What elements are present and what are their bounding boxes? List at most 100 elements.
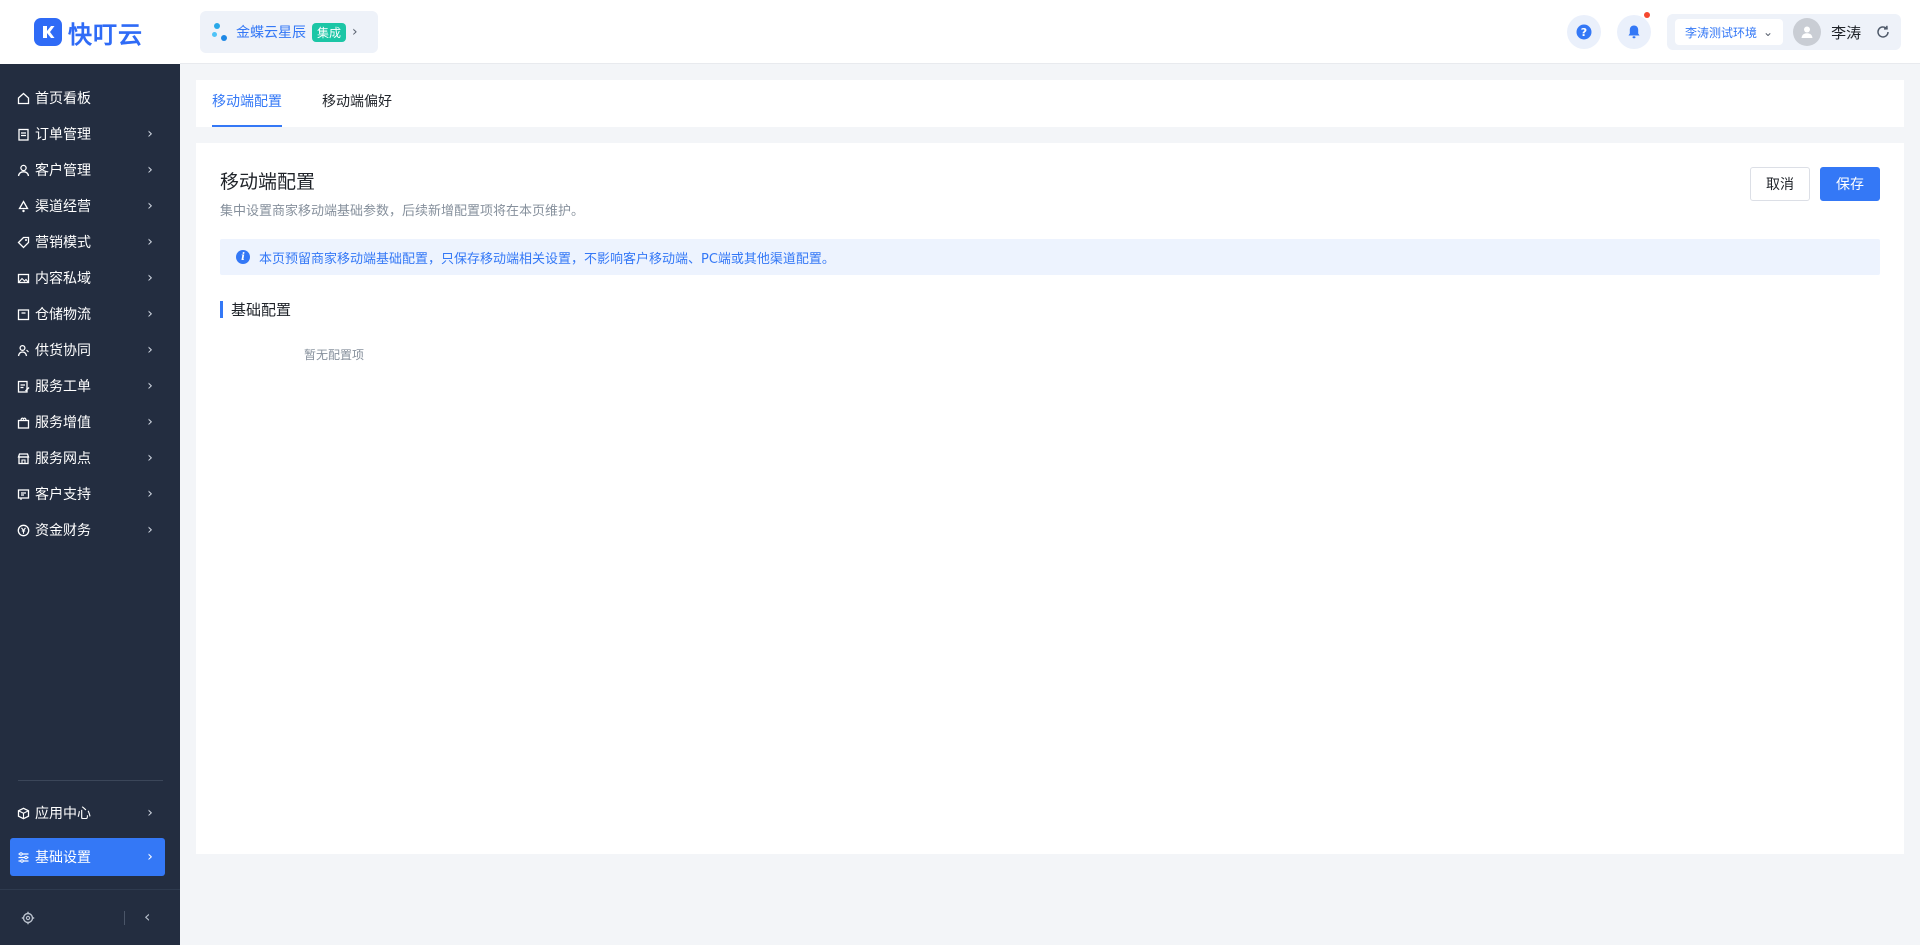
logo[interactable]: 快叮云: [0, 0, 180, 64]
chevron-right-icon: ›: [147, 805, 153, 821]
section-header: 基础配置: [220, 300, 292, 319]
sidebar: 首页看板 订单管理 › 客户管理 › 渠道经营 › 营销模式 › 内容私域 › …: [0, 64, 180, 945]
environment-select[interactable]: 李涛测试环境 ⌄: [1675, 19, 1784, 45]
sidebar-item-label: 订单管理: [35, 127, 91, 143]
notifications-button[interactable]: [1617, 12, 1651, 49]
chevron-right-icon: ›: [147, 378, 153, 394]
user-icon: [16, 163, 30, 177]
user-panel: 李涛测试环境 ⌄ 李涛: [1667, 14, 1901, 50]
tenant-switcher[interactable]: 金蝶云星辰 集成 ›: [200, 11, 378, 53]
notice-text: 本页预留商家移动端基础配置，只保存移动端相关设置，不影响客户移动端、PC端或其他…: [259, 251, 835, 267]
sidebar-item-support[interactable]: 客户支持 ›: [10, 475, 165, 513]
sidebar-item-service-points[interactable]: 服务网点 ›: [10, 439, 165, 477]
sidebar-item-label: 首页看板: [35, 91, 91, 107]
notification-dot: [1644, 12, 1650, 18]
cancel-button[interactable]: 取消: [1750, 167, 1810, 201]
gear-icon[interactable]: [20, 910, 36, 926]
save-button[interactable]: 保存: [1820, 167, 1880, 201]
sidebar-item-content[interactable]: 内容私域 ›: [10, 259, 165, 297]
sidebar-item-service-orders[interactable]: 服务工单 ›: [10, 367, 165, 405]
tab-mobile-preferences[interactable]: 移动端偏好: [322, 80, 392, 127]
sidebar-item-warehouse[interactable]: 仓储物流 ›: [10, 295, 165, 333]
chevron-right-icon: ›: [147, 522, 153, 538]
top-header: 快叮云 金蝶云星辰 集成 › ? 李涛测试环境 ⌄ 李涛: [0, 0, 1920, 64]
empty-state-text: 暂无配置项: [304, 348, 365, 362]
sidebar-item-label: 资金财务: [35, 523, 91, 539]
help-button[interactable]: ?: [1567, 15, 1601, 49]
sidebar-item-label: 客户管理: [35, 163, 91, 179]
recycle-icon: [16, 199, 30, 213]
chevron-right-icon: ›: [147, 306, 153, 322]
sidebar-item-label: 客户支持: [35, 487, 91, 503]
sidebar-item-label: 服务工单: [35, 379, 91, 395]
sidebar-item-orders[interactable]: 订单管理 ›: [10, 115, 165, 153]
sidebar-item-label: 应用中心: [35, 806, 91, 822]
sidebar-item-customers[interactable]: 客户管理 ›: [10, 151, 165, 189]
user-name[interactable]: 李涛: [1831, 22, 1861, 43]
chevron-right-icon: ›: [147, 198, 153, 214]
integration-badge: 集成: [312, 22, 347, 42]
bell-icon: [1628, 25, 1640, 39]
chevron-right-icon: ›: [147, 270, 153, 286]
cube-icon: [16, 806, 30, 820]
section-accent-bar: [220, 300, 223, 318]
environment-label: 李涛测试环境: [1685, 25, 1758, 40]
sidebar-item-marketing[interactable]: 营销模式 ›: [10, 223, 165, 261]
chevron-right-icon: ›: [147, 486, 153, 502]
info-icon: i: [236, 250, 250, 264]
refresh-icon[interactable]: [1875, 24, 1891, 40]
section-title: 基础配置: [231, 300, 292, 319]
sidebar-item-label: 基础设置: [35, 850, 91, 866]
help-icon: ?: [1576, 24, 1592, 40]
sidebar-item-label: 仓储物流: [35, 307, 91, 323]
info-notice: i 本页预留商家移动端基础配置，只保存移动端相关设置，不影响客户移动端、PC端或…: [220, 239, 1880, 275]
support-card-icon: [16, 487, 30, 501]
tenant-logo-icon: [212, 21, 230, 43]
sidebar-item-label: 渠道经营: [35, 199, 91, 215]
chevron-right-icon: ›: [147, 849, 153, 865]
store-icon: [16, 451, 30, 465]
sidebar-item-dashboard[interactable]: 首页看板: [10, 79, 165, 117]
document-edit-icon: [16, 379, 30, 393]
clipboard-icon: [16, 127, 30, 141]
sidebar-divider: [18, 780, 163, 781]
chevron-right-icon: ›: [147, 162, 153, 178]
chevron-right-icon: ›: [147, 342, 153, 358]
tag-icon: [16, 235, 30, 249]
sidebar-item-label: 服务增值: [35, 415, 91, 431]
sidebar-item-value-added[interactable]: 服务增值 ›: [10, 403, 165, 441]
footer-separator: [124, 911, 125, 925]
sidebar-item-basic-settings[interactable]: 基础设置 ›: [10, 838, 165, 876]
chevron-right-icon: ›: [147, 414, 153, 430]
collapse-sidebar-icon[interactable]: ‹: [144, 907, 150, 926]
gift-icon: [16, 415, 30, 429]
yen-icon: [16, 523, 30, 537]
sidebar-item-label: 服务网点: [35, 451, 91, 467]
chevron-right-icon: ›: [147, 234, 153, 250]
avatar[interactable]: [1793, 18, 1822, 46]
sidebar-item-channels[interactable]: 渠道经营 ›: [10, 187, 165, 225]
sidebar-item-label: 营销模式: [35, 235, 91, 251]
chevron-right-icon: ›: [147, 126, 153, 142]
chevron-down-icon: ⌄: [1763, 25, 1774, 39]
chevron-right-icon: ›: [352, 24, 358, 40]
page-title: 移动端配置: [220, 171, 316, 193]
logo-mark-icon: [34, 18, 62, 46]
home-icon: [16, 91, 30, 105]
sidebar-item-supply[interactable]: 供货协同 ›: [10, 331, 165, 369]
tenant-name: 金蝶云星辰: [236, 25, 306, 41]
logo-text: 快叮云: [68, 20, 143, 49]
tab-mobile-config[interactable]: 移动端配置: [212, 80, 282, 127]
sidebar-item-label: 内容私域: [35, 271, 91, 287]
svg-text:?: ?: [1581, 26, 1587, 39]
sliders-icon: [16, 850, 30, 864]
page-description: 集中设置商家移动端基础参数，后续新增配置项将在本页维护。: [220, 204, 585, 219]
image-icon: [16, 271, 30, 285]
sidebar-item-app-center[interactable]: 应用中心 ›: [10, 794, 165, 832]
user-avatar-icon: [1801, 26, 1813, 38]
sidebar-item-label: 供货协同: [35, 343, 91, 359]
main-panel: 移动端配置 集中设置商家移动端基础参数，后续新增配置项将在本页维护。 取消 保存…: [196, 143, 1904, 854]
user-group-icon: [16, 343, 30, 357]
box-icon: [16, 307, 30, 321]
sidebar-item-finance[interactable]: 资金财务 ›: [10, 511, 165, 549]
